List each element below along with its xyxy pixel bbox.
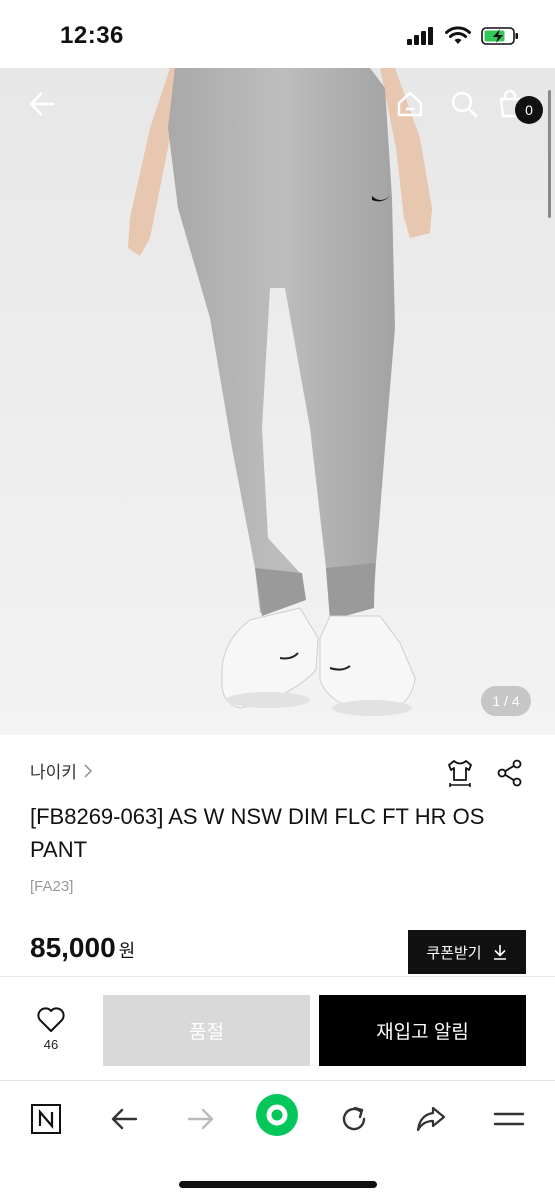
currency: 원: [118, 941, 136, 961]
heart-icon: [37, 1007, 65, 1032]
forward-arrow-icon: [187, 1108, 214, 1130]
restock-alert-button[interactable]: 재입고 알림: [319, 995, 526, 1066]
share-page-button[interactable]: [409, 1097, 453, 1141]
status-time: 12:36: [60, 22, 124, 49]
browser-back-button[interactable]: [102, 1097, 146, 1141]
wifi-icon: [445, 26, 471, 44]
green-home-button[interactable]: [255, 1093, 299, 1137]
back-button[interactable]: [22, 84, 62, 124]
product-image[interactable]: [0, 68, 555, 735]
chevron-right-icon: [84, 763, 93, 778]
share-button[interactable]: [495, 758, 525, 793]
divider: [0, 976, 555, 977]
arrow-left-icon: [29, 92, 55, 116]
coupon-button[interactable]: 쿠폰받기: [408, 930, 526, 974]
home-indicator: [179, 1181, 377, 1188]
cart-count-badge: 0: [515, 96, 543, 124]
search-button[interactable]: [444, 84, 484, 124]
signal-icon: [407, 27, 433, 45]
menu-button[interactable]: [487, 1097, 531, 1141]
brand-link[interactable]: 나이키: [30, 758, 93, 783]
download-icon: [493, 945, 506, 960]
soldout-button: 품절: [103, 995, 310, 1066]
price: 85,000: [30, 932, 116, 963]
naver-home-button[interactable]: [24, 1097, 68, 1141]
image-counter: 1 / 4: [481, 686, 531, 716]
top-nav: [0, 68, 555, 140]
refresh-button[interactable]: [332, 1097, 376, 1141]
price-row: 85,000 원: [30, 932, 135, 964]
battery-charging-icon: [481, 27, 518, 45]
coupon-label: 쿠폰받기: [426, 944, 482, 962]
like-count: 46: [43, 1037, 59, 1052]
menu-icon: [493, 1112, 525, 1126]
status-bar: 12:36: [0, 0, 555, 68]
share-icon: [497, 759, 522, 787]
status-icons: [407, 26, 519, 46]
product-title: [FB8269-063] AS W NSW DIM FLC FT HR OS P…: [30, 804, 485, 862]
season-code: [FA23]: [30, 878, 74, 895]
refresh-icon: [342, 1106, 366, 1131]
info-actions: [445, 758, 525, 793]
browser-forward-button[interactable]: [179, 1097, 223, 1141]
back-arrow-icon: [111, 1108, 138, 1130]
green-home-circle-icon: [256, 1094, 298, 1136]
search-icon: [451, 91, 478, 118]
naver-n-icon: [31, 1104, 61, 1134]
size-guide-button[interactable]: [445, 758, 475, 793]
tshirt-size-icon: [448, 760, 472, 787]
share-arrow-icon: [416, 1106, 446, 1132]
like-button[interactable]: 46: [20, 1005, 82, 1065]
brand-name: 나이키: [30, 763, 77, 782]
product-photo-sweatpants: [0, 68, 555, 735]
home-icon: [397, 91, 423, 117]
home-button[interactable]: [390, 84, 430, 124]
